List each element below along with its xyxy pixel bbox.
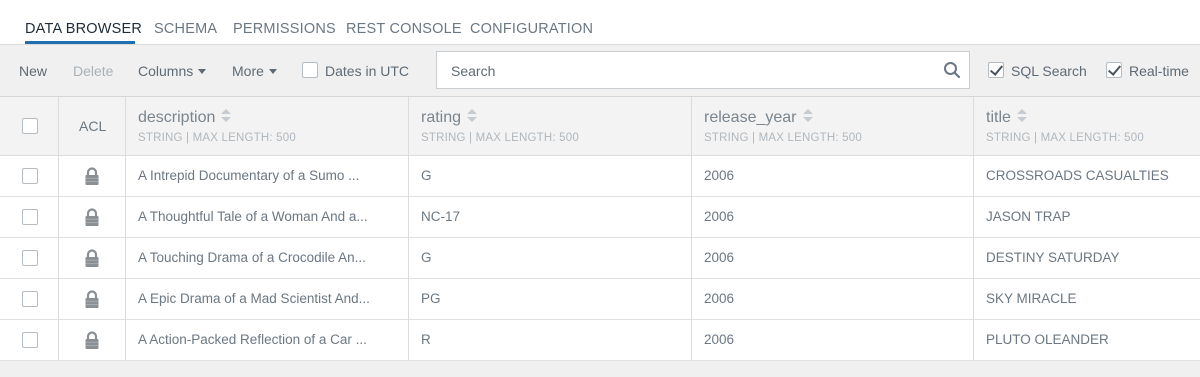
column-divider [58,97,59,360]
cell-release-year[interactable]: 2006 [704,250,734,265]
columns-dropdown[interactable]: Columns [138,63,207,79]
column-divider [408,97,409,360]
cell-rating[interactable]: G [421,250,432,265]
row-checkbox[interactable] [22,250,38,266]
column-header-title[interactable]: title [986,109,1027,127]
table-row[interactable]: A Epic Drama of a Mad Scientist And... PG… [0,279,1200,320]
cell-release-year[interactable]: 2006 [704,168,734,183]
tab-data-browser[interactable]: DATA BROWSER [25,21,142,37]
lock-icon[interactable] [82,166,102,186]
column-divider [973,97,974,360]
search-input[interactable] [449,60,933,82]
column-type-meta: STRING | MAX LENGTH: 500 [704,132,862,144]
cell-release-year[interactable]: 2006 [704,291,734,306]
column-header-description[interactable]: description [138,109,232,127]
more-dropdown[interactable]: More [232,63,277,79]
new-button[interactable]: New [19,63,47,79]
row-checkbox[interactable] [22,168,38,184]
column-header-release-year[interactable]: release_year [704,109,813,127]
table-header: ACL description STRING | MAX LENGTH: 500… [0,97,1200,156]
active-tab-indicator [25,41,135,44]
sql-search-checkbox[interactable] [988,62,1004,78]
toolbar: New Delete Columns More Dates in UTC SQL… [0,45,1200,97]
sort-icon [221,109,232,123]
cell-description[interactable]: A Intrepid Documentary of a Sumo ... [138,168,359,183]
table-row[interactable]: A Action-Packed Reflection of a Car ... R… [0,320,1200,361]
tab-permissions[interactable]: PERMISSIONS [233,21,336,37]
delete-button[interactable]: Delete [73,63,113,79]
table-row[interactable]: A Intrepid Documentary of a Sumo ... G 200… [0,156,1200,197]
tab-schema[interactable]: SCHEMA [154,21,217,37]
cell-release-year[interactable]: 2006 [704,209,734,224]
row-checkbox[interactable] [22,209,38,225]
cell-title[interactable]: DESTINY SATURDAY [986,250,1120,265]
column-name: title [986,109,1011,126]
cell-title[interactable]: CROSSROADS CASUALTIES [986,168,1169,183]
table-row[interactable]: A Touching Drama of a Crocodile An... G 20… [0,238,1200,279]
tab-rest-console[interactable]: REST CONSOLE [346,21,462,37]
column-name: rating [421,109,462,126]
sort-icon [467,109,478,123]
cell-description[interactable]: A Action-Packed Reflection of a Car ... [138,332,367,347]
lock-icon[interactable] [82,207,102,227]
lock-icon[interactable] [82,248,102,268]
cell-rating[interactable]: PG [421,291,441,306]
top-tab-bar: DATA BROWSER SCHEMA PERMISSIONS REST CON… [0,0,1200,45]
cell-title[interactable]: JASON TRAP [986,209,1071,224]
columns-label: Columns [138,63,194,79]
cell-description[interactable]: A Thoughtful Tale of a Woman And a... [138,209,368,224]
more-label: More [232,63,264,79]
tab-configuration[interactable]: CONFIGURATION [470,21,593,37]
dates-utc-checkbox[interactable] [302,62,318,78]
realtime-checkbox[interactable] [1106,62,1122,78]
column-type-meta: STRING | MAX LENGTH: 500 [986,132,1144,144]
search-box [436,51,970,89]
cell-rating[interactable]: NC-17 [421,209,460,224]
cell-rating[interactable]: G [421,168,432,183]
data-browser-app: DATA BROWSER SCHEMA PERMISSIONS REST CON… [0,0,1200,377]
column-name: release_year [704,109,797,126]
table-row[interactable]: A Thoughtful Tale of a Woman And a... NC-… [0,197,1200,238]
chevron-down-icon [268,69,277,74]
column-divider [125,97,126,360]
sort-icon [1016,109,1027,123]
acl-column-header[interactable]: ACL [79,118,106,134]
cell-rating[interactable]: R [421,332,431,347]
column-type-meta: STRING | MAX LENGTH: 500 [421,132,579,144]
lock-icon[interactable] [82,330,102,350]
sql-search-label[interactable]: SQL Search [1011,63,1087,79]
lock-icon[interactable] [82,289,102,309]
cell-description[interactable]: A Touching Drama of a Crocodile An... [138,250,366,265]
column-divider [691,97,692,360]
realtime-label[interactable]: Real-time [1129,63,1189,79]
select-all-checkbox[interactable] [22,118,38,134]
row-checkbox[interactable] [22,291,38,307]
column-type-meta: STRING | MAX LENGTH: 500 [138,132,296,144]
row-checkbox[interactable] [22,332,38,348]
cell-description[interactable]: A Epic Drama of a Mad Scientist And... [138,291,370,306]
search-icon[interactable] [943,61,961,79]
cell-title[interactable]: SKY MIRACLE [986,291,1077,306]
chevron-down-icon [198,69,207,74]
cell-release-year[interactable]: 2006 [704,332,734,347]
dates-utc-label[interactable]: Dates in UTC [325,63,409,79]
cell-title[interactable]: PLUTO OLEANDER [986,332,1109,347]
sort-icon [802,109,813,123]
column-name: description [138,109,216,126]
column-header-rating[interactable]: rating [421,109,478,127]
